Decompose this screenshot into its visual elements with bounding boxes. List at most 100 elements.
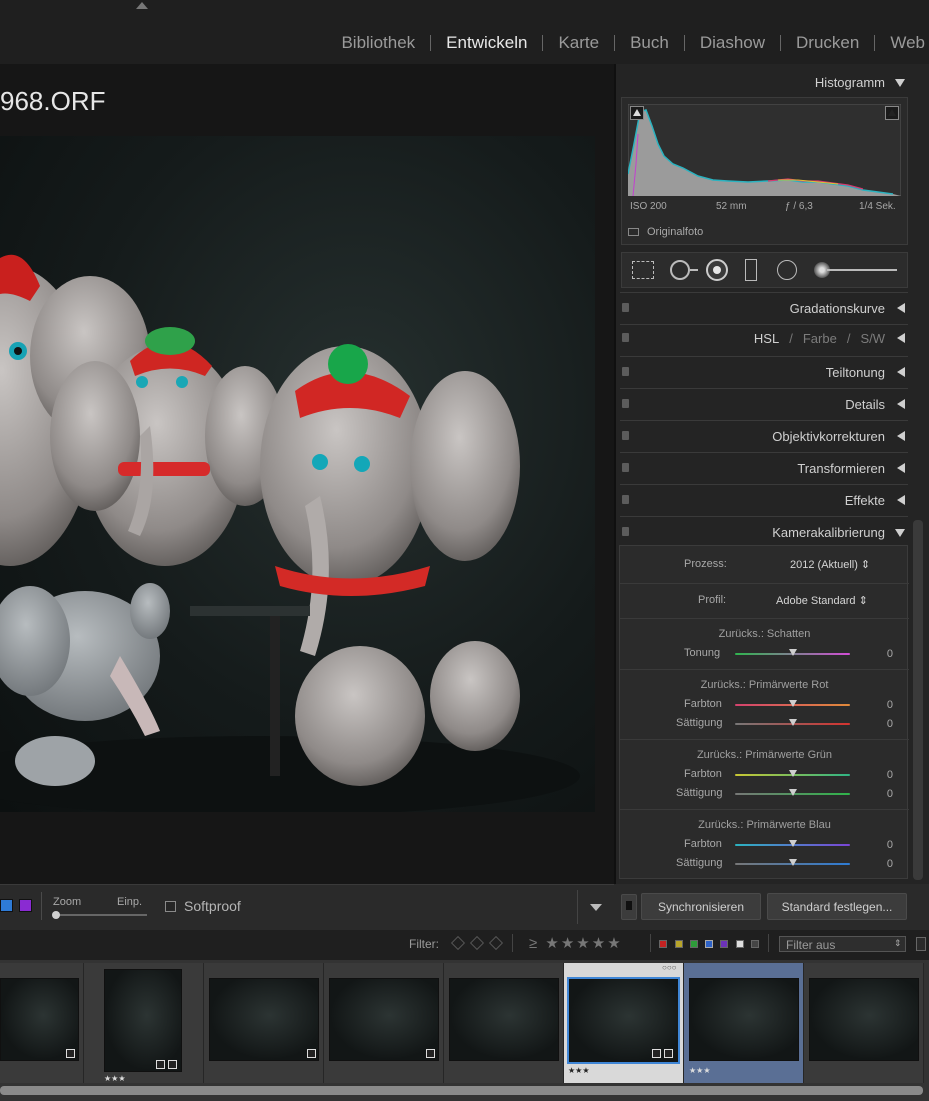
shadows-tint-thumb[interactable] xyxy=(789,649,797,656)
tab-web[interactable]: Web xyxy=(875,33,929,53)
green-saturation-thumb[interactable] xyxy=(789,789,797,796)
filmstrip-thumbnail-selected[interactable]: ○○○ ★★★ xyxy=(564,963,684,1083)
filmstrip-scrollbar[interactable] xyxy=(0,1086,923,1095)
histogram-graph[interactable] xyxy=(628,104,901,196)
sync-button[interactable]: Synchronisieren xyxy=(641,893,761,920)
panel-header-details[interactable]: Details xyxy=(617,390,909,418)
panel-header-tone-curve[interactable]: Gradationskurve xyxy=(617,294,909,322)
panel-header-transform[interactable]: Transformieren xyxy=(617,454,909,482)
tab-buch[interactable]: Buch xyxy=(615,33,684,53)
exif-shutter: 1/4 Sek. xyxy=(859,201,896,212)
panel-switch[interactable] xyxy=(622,463,629,472)
panel-switch[interactable] xyxy=(622,431,629,440)
filmstrip-thumbnail[interactable] xyxy=(444,963,564,1083)
collapse-chevron-down-icon[interactable] xyxy=(895,529,905,537)
red-saturation-thumb[interactable] xyxy=(789,719,797,726)
color-filter-green[interactable] xyxy=(690,940,698,948)
panel-scrollbar[interactable] xyxy=(913,520,923,880)
zoom-slider-thumb[interactable] xyxy=(52,911,60,919)
expand-chevron-left-icon[interactable] xyxy=(897,463,905,473)
red-saturation-value[interactable]: 0 xyxy=(873,718,893,730)
red-hue-thumb[interactable] xyxy=(789,700,797,707)
filter-lock-switch[interactable] xyxy=(916,937,926,951)
panel-header-hsl[interactable]: HSL / Farbe / S/W xyxy=(617,324,909,352)
module-tabs: Bibliothek Entwickeln Karte Buch Diashow… xyxy=(326,33,929,53)
tab-diashow[interactable]: Diashow xyxy=(685,33,780,53)
crop-tool-icon[interactable] xyxy=(632,261,654,279)
blue-primary-section-title[interactable]: Zurücks.: Primärwerte Blau xyxy=(620,819,909,831)
process-label: Prozess: xyxy=(684,558,727,570)
original-photo-checkbox[interactable] xyxy=(628,228,639,236)
color-filter-blue[interactable] xyxy=(705,940,713,948)
expand-chevron-left-icon[interactable] xyxy=(897,399,905,409)
process-dropdown[interactable]: 2012 (Aktuell) ⇕ xyxy=(790,558,870,571)
red-primary-section-title[interactable]: Zurücks.: Primärwerte Rot xyxy=(620,679,909,691)
radial-filter-icon[interactable] xyxy=(777,260,797,280)
blue-hue-thumb[interactable] xyxy=(789,840,797,847)
panel-switch[interactable] xyxy=(622,527,629,536)
green-hue-value[interactable]: 0 xyxy=(873,769,893,781)
green-hue-label: Farbton xyxy=(684,768,722,780)
color-filter-none[interactable] xyxy=(751,940,759,948)
hsl-tab[interactable]: HSL xyxy=(754,331,779,346)
blue-saturation-thumb[interactable] xyxy=(789,859,797,866)
panel-header-split-toning[interactable]: Teiltonung xyxy=(617,358,909,386)
panel-switch[interactable] xyxy=(622,303,629,312)
panel-switch[interactable] xyxy=(622,333,629,342)
exif-aperture: ƒ / 6,3 xyxy=(785,201,813,212)
green-saturation-value[interactable]: 0 xyxy=(873,788,893,800)
sw-tab[interactable]: S/W xyxy=(860,331,885,346)
profile-dropdown[interactable]: Adobe Standard ⇕ xyxy=(776,594,868,607)
color-label-purple-swatch[interactable] xyxy=(19,899,32,912)
spot-removal-icon[interactable] xyxy=(670,260,690,280)
zoom-slider[interactable] xyxy=(53,914,147,916)
expand-chevron-left-icon[interactable] xyxy=(897,303,905,313)
viewer-toolbar xyxy=(0,884,614,930)
collapse-top-panel-icon[interactable] xyxy=(136,2,148,9)
thumbnail-options-dots[interactable]: ○○○ xyxy=(662,963,677,972)
color-label-blue-swatch[interactable] xyxy=(0,899,13,912)
blue-hue-value[interactable]: 0 xyxy=(873,839,893,851)
farbe-tab[interactable]: Farbe xyxy=(803,331,837,346)
panel-switch[interactable] xyxy=(622,367,629,376)
filmstrip-thumbnail[interactable] xyxy=(804,963,924,1083)
main-photo[interactable] xyxy=(0,136,595,812)
red-hue-value[interactable]: 0 xyxy=(873,699,893,711)
color-filter-custom[interactable] xyxy=(736,940,744,948)
tab-drucken[interactable]: Drucken xyxy=(781,33,874,53)
set-default-button[interactable]: Standard festlegen... xyxy=(767,893,907,920)
filmstrip-thumbnail[interactable] xyxy=(0,963,84,1083)
toolbar-menu-chevron-down-icon[interactable] xyxy=(590,904,602,911)
panel-header-histogram[interactable]: Histogramm xyxy=(617,68,909,96)
filmstrip-thumbnail[interactable]: ★★★ xyxy=(84,963,204,1083)
color-filter-purple[interactable] xyxy=(720,940,728,948)
color-filter-red[interactable] xyxy=(659,940,667,948)
expand-chevron-left-icon[interactable] xyxy=(897,367,905,377)
image-filename: 968.ORF xyxy=(0,86,106,116)
panel-switch[interactable] xyxy=(622,399,629,408)
filmstrip-thumbnail[interactable] xyxy=(324,963,444,1083)
green-primary-section-title[interactable]: Zurücks.: Primärwerte Grün xyxy=(620,749,909,761)
blue-saturation-value[interactable]: 0 xyxy=(873,858,893,870)
panel-switch[interactable] xyxy=(622,495,629,504)
panel-header-effects[interactable]: Effekte xyxy=(617,486,909,514)
rating-filter[interactable]: ≥ ★★★★★ xyxy=(529,934,623,952)
panel-header-camera-calibration[interactable]: Kamerakalibrierung xyxy=(617,518,909,546)
softproof-checkbox[interactable] xyxy=(165,901,176,912)
filmstrip-thumbnail[interactable] xyxy=(204,963,324,1083)
expand-chevron-left-icon[interactable] xyxy=(897,431,905,441)
shadows-section-title[interactable]: Zurücks.: Schatten xyxy=(620,628,909,640)
expand-chevron-left-icon[interactable] xyxy=(897,495,905,505)
green-hue-thumb[interactable] xyxy=(789,770,797,777)
filmstrip-thumbnail-secondary[interactable]: ★★★ xyxy=(684,963,804,1083)
filter-preset-dropdown[interactable]: Filter aus xyxy=(779,936,906,952)
shadows-tint-value[interactable]: 0 xyxy=(873,648,893,660)
panel-header-lens-corrections[interactable]: Objektivkorrekturen xyxy=(617,422,909,450)
graduated-filter-icon[interactable] xyxy=(745,259,757,281)
color-filter-yellow[interactable] xyxy=(675,940,683,948)
collapse-chevron-down-icon[interactable] xyxy=(895,79,905,87)
tab-bibliothek[interactable]: Bibliothek xyxy=(326,33,430,53)
tab-karte[interactable]: Karte xyxy=(543,33,614,53)
expand-chevron-left-icon[interactable] xyxy=(897,333,905,343)
tab-entwickeln[interactable]: Entwickeln xyxy=(431,33,542,53)
